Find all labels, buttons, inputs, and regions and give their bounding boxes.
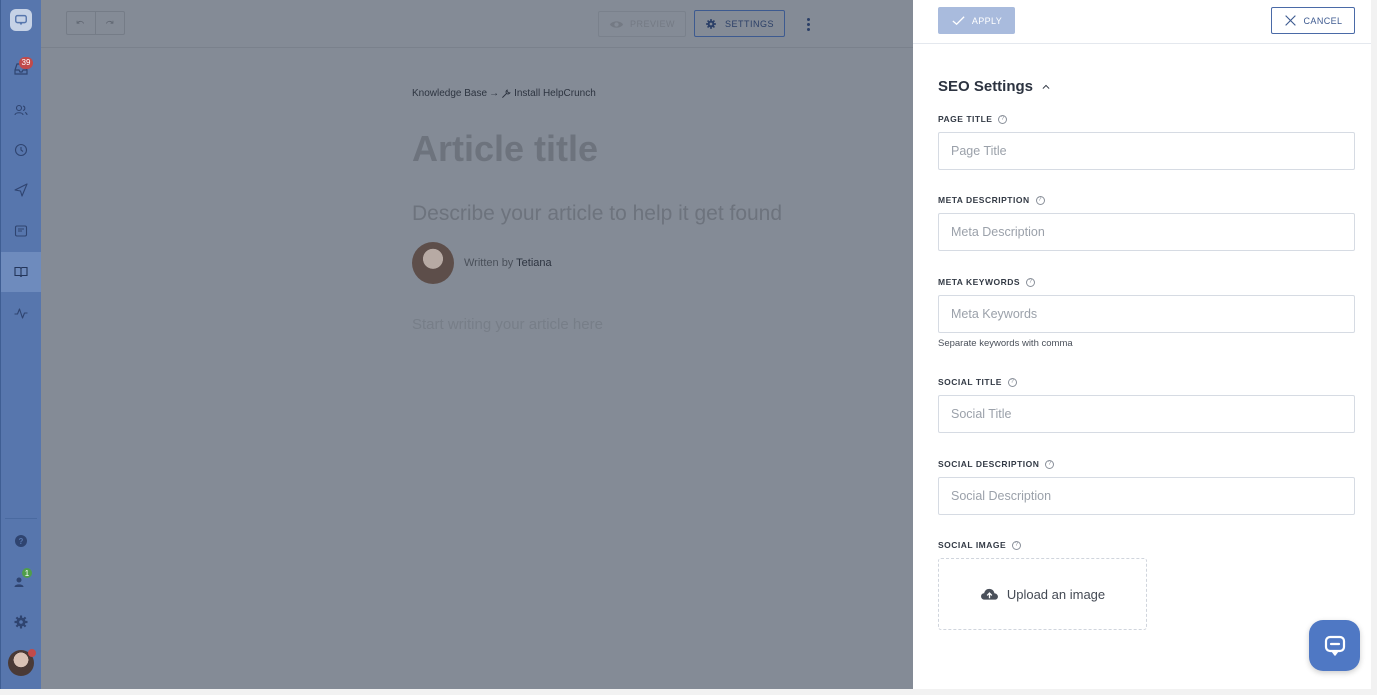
article-description[interactable]: Describe your article to help it get fou… xyxy=(412,202,782,226)
sidebar-item-history[interactable] xyxy=(1,130,41,170)
chat-widget-button[interactable] xyxy=(1309,620,1360,671)
sidebar-item-inbox[interactable]: 39 xyxy=(1,49,41,89)
settings-button[interactable]: SETTINGS xyxy=(694,10,785,37)
sidebar-item-settings[interactable] xyxy=(1,602,41,642)
sidebar-item-activity[interactable] xyxy=(1,293,41,333)
apply-label: APPLY xyxy=(971,15,1003,26)
gear-icon xyxy=(14,615,28,629)
social-title-input[interactable] xyxy=(938,395,1355,433)
help-icon[interactable]: ? xyxy=(1026,277,1036,287)
chat-logo-icon xyxy=(10,9,32,31)
article-editor: PREVIEW SETTINGS Knowledge Base → Instal… xyxy=(41,0,913,689)
settings-label: SETTINGS xyxy=(724,18,774,29)
dot-icon xyxy=(806,17,810,21)
sidebar-divider xyxy=(5,518,37,519)
preview-button[interactable]: PREVIEW xyxy=(598,11,686,37)
sidebar-item-contacts[interactable] xyxy=(1,90,41,130)
apply-button[interactable]: APPLY xyxy=(938,7,1015,34)
page-title-input[interactable] xyxy=(938,132,1355,170)
avatar xyxy=(8,649,36,676)
svg-text:?: ? xyxy=(19,537,24,546)
meta-description-input[interactable] xyxy=(938,213,1355,251)
breadcrumb-arrow: → xyxy=(489,88,500,99)
help-icon[interactable]: ? xyxy=(1035,195,1045,205)
sidebar-item-help[interactable]: ? xyxy=(1,521,41,561)
cloud-upload-icon xyxy=(980,588,998,600)
social-title-label: SOCIAL TITLE? xyxy=(938,377,1017,387)
wrench-icon xyxy=(502,89,511,98)
breadcrumb-category[interactable]: Install HelpCrunch xyxy=(514,88,596,99)
window-icon xyxy=(14,225,28,237)
section-title: SEO Settings xyxy=(938,78,1034,95)
gear-icon xyxy=(706,18,716,29)
sidebar-item-knowledge-base[interactable] xyxy=(1,252,41,292)
pulse-icon xyxy=(14,308,28,319)
close-icon xyxy=(1284,15,1296,26)
inbox-count-badge: 39 xyxy=(19,57,33,69)
sidebar-item-team[interactable]: 1 xyxy=(1,561,41,601)
author-byline: Written by Tetiana xyxy=(412,242,552,284)
users-icon xyxy=(14,104,28,116)
social-image-label: SOCIAL IMAGE? xyxy=(938,540,1022,550)
article-title[interactable]: Article title xyxy=(412,128,598,170)
upload-label: Upload an image xyxy=(1006,586,1106,602)
chat-icon xyxy=(1324,635,1345,656)
meta-keywords-input[interactable] xyxy=(938,295,1355,333)
social-description-label: SOCIAL DESCRIPTION? xyxy=(938,459,1055,469)
written-by-label: Written by Tetiana xyxy=(464,257,552,269)
cancel-label: CANCEL xyxy=(1303,15,1343,26)
book-icon xyxy=(14,266,28,278)
chevron-up-icon xyxy=(1042,84,1050,89)
preview-label: PREVIEW xyxy=(629,19,675,29)
breadcrumb-root[interactable]: Knowledge Base xyxy=(412,88,487,99)
sidebar-item-widget[interactable] xyxy=(1,211,41,251)
social-description-input[interactable] xyxy=(938,477,1355,515)
eye-icon xyxy=(609,20,624,28)
seo-section-toggle[interactable]: SEO Settings xyxy=(938,78,1051,95)
help-icon[interactable]: ? xyxy=(1045,459,1055,469)
panel-header: APPLY CANCEL xyxy=(913,0,1371,44)
sidebar-user-avatar[interactable] xyxy=(1,643,41,683)
team-count-badge: 1 xyxy=(22,568,32,578)
help-icon: ? xyxy=(15,535,27,547)
upload-image-dropzone[interactable]: Upload an image xyxy=(938,558,1147,630)
undo-button[interactable] xyxy=(67,12,96,34)
check-icon xyxy=(952,16,965,26)
help-icon[interactable]: ? xyxy=(1007,377,1017,387)
undo-icon xyxy=(76,20,85,24)
sidebar-item-messages[interactable] xyxy=(1,170,41,210)
status-dot xyxy=(28,649,36,657)
window-frame-right xyxy=(1371,0,1377,695)
clock-icon xyxy=(14,143,28,157)
window-frame-bottom xyxy=(0,689,1377,695)
send-icon xyxy=(14,183,28,197)
helpcrunch-logo[interactable] xyxy=(1,0,41,40)
editor-toolbar: PREVIEW SETTINGS xyxy=(41,0,913,48)
redo-icon xyxy=(106,20,114,24)
dot-icon xyxy=(806,27,810,31)
help-icon[interactable]: ? xyxy=(998,114,1008,124)
dot-icon xyxy=(806,22,810,26)
meta-keywords-label: META KEYWORDS? xyxy=(938,277,1036,287)
redo-button[interactable] xyxy=(96,12,124,34)
undo-redo-group xyxy=(66,11,125,35)
article-body[interactable]: Start writing your article here xyxy=(412,316,603,333)
author-avatar xyxy=(412,242,454,284)
sidebar: 39 ? 1 xyxy=(0,0,41,689)
breadcrumb: Knowledge Base → Install HelpCrunch xyxy=(412,88,596,99)
seo-settings-panel: APPLY CANCEL SEO Settings PAGE TITLE? ME… xyxy=(913,0,1371,689)
meta-keywords-hint: Separate keywords with comma xyxy=(938,338,1073,349)
more-options-button[interactable] xyxy=(801,14,815,34)
author-name[interactable]: Tetiana xyxy=(516,257,551,269)
cancel-button[interactable]: CANCEL xyxy=(1271,7,1355,34)
page-title-label: PAGE TITLE? xyxy=(938,114,1008,124)
meta-description-label: META DESCRIPTION? xyxy=(938,195,1045,205)
help-icon[interactable]: ? xyxy=(1012,540,1022,550)
